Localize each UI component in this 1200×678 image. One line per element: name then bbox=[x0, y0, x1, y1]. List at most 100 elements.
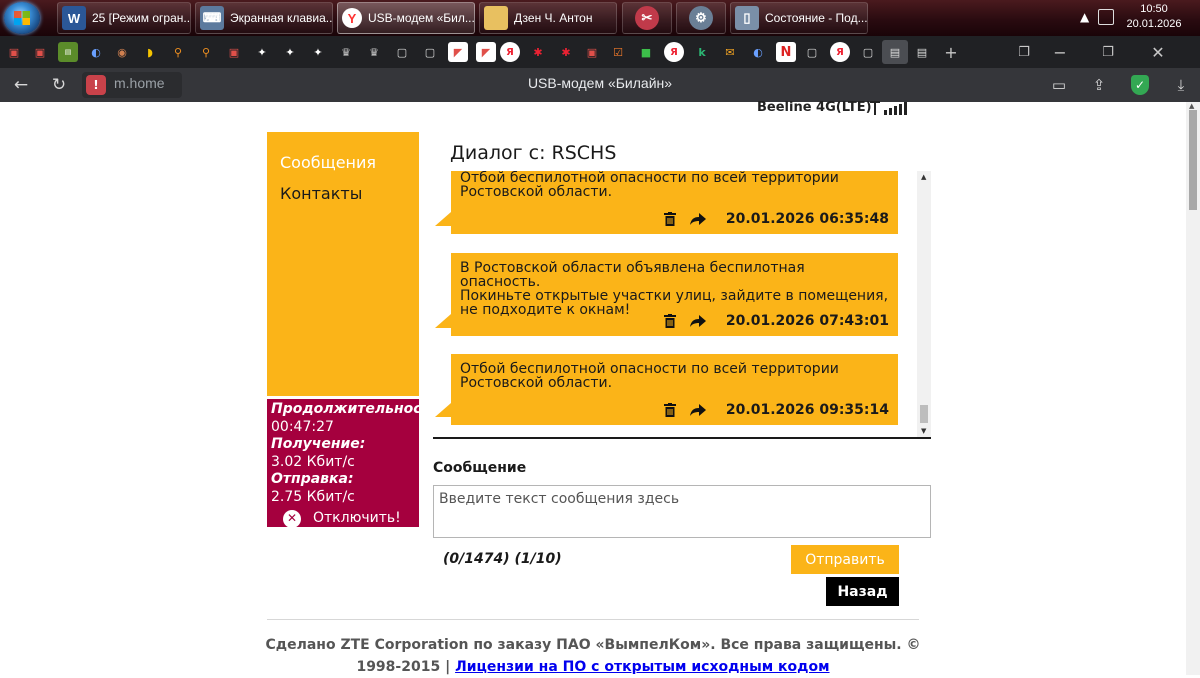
network-adapter-icon: ▯ bbox=[735, 6, 759, 30]
scrollbar-thumb[interactable] bbox=[920, 405, 928, 423]
taskbar-button-network[interactable]: ▯ Состояние - Под... bbox=[730, 2, 868, 34]
disconnect-button[interactable]: ✕ Отключить! bbox=[283, 510, 401, 527]
maple-tab-icon[interactable]: ✱ bbox=[556, 42, 576, 62]
yandex-tab-icon[interactable]: Я bbox=[500, 42, 520, 62]
back-arrow-icon[interactable]: ← bbox=[10, 74, 32, 96]
document-tab-icon[interactable]: ▢ bbox=[392, 42, 412, 62]
star-tab-icon[interactable]: ✦ bbox=[308, 42, 328, 62]
scroll-down-icon[interactable]: ▼ bbox=[921, 427, 926, 435]
document-tab-icon[interactable]: ▢ bbox=[858, 42, 878, 62]
footer: Сделано ZTE Corporation по заказу ПАО «В… bbox=[262, 634, 924, 678]
scroll-up-icon[interactable]: ▲ bbox=[1189, 102, 1194, 110]
n-tab-icon[interactable]: N bbox=[776, 42, 796, 62]
download-icon[interactable]: ⤓ bbox=[1170, 74, 1192, 96]
checklist-tab-icon[interactable]: ☑ bbox=[608, 42, 628, 62]
start-button[interactable] bbox=[4, 2, 40, 34]
forward-icon[interactable] bbox=[689, 314, 706, 328]
page-scrollbar-thumb[interactable] bbox=[1189, 110, 1197, 210]
site-tab-icon[interactable]: ◉ bbox=[112, 42, 132, 62]
taskbar-button-keyboard[interactable]: ⌨ Экранная клавиа... bbox=[195, 2, 333, 34]
browser-tab-icon[interactable]: ◐ bbox=[86, 42, 106, 62]
pdf-tab-icon[interactable]: ▣ bbox=[30, 42, 50, 62]
scroll-up-icon[interactable]: ▲ bbox=[921, 173, 926, 181]
pdf-tab-icon[interactable]: ▣ bbox=[4, 42, 24, 62]
emblem-tab-icon[interactable]: ♛ bbox=[336, 42, 356, 62]
close-icon[interactable]: ✕ bbox=[1148, 42, 1168, 62]
sidebar-item-messages[interactable]: Сообщения bbox=[280, 153, 376, 172]
taskbar-button-label: USB-модем «Бил... bbox=[368, 11, 475, 25]
yandex-browser-icon: Y bbox=[342, 8, 362, 28]
message-text: В Ростовской области объявлена беспилотн… bbox=[460, 260, 889, 318]
trash-icon[interactable] bbox=[663, 403, 676, 417]
site-tab-icon[interactable]: ◤ bbox=[448, 42, 468, 62]
clock-time: 10:50 bbox=[1140, 3, 1168, 15]
router-web-page: Beeline 4G(LTE) Сообщения Контакты Продо… bbox=[0, 100, 1186, 678]
trash-icon[interactable] bbox=[663, 212, 676, 226]
trash-icon[interactable] bbox=[663, 314, 676, 328]
site-tab-icon[interactable]: ▤ bbox=[58, 42, 78, 62]
search-tab-icon[interactable]: ⚲ bbox=[168, 42, 188, 62]
page-scrollbar[interactable]: ▲ bbox=[1186, 102, 1200, 675]
forward-icon[interactable] bbox=[689, 403, 706, 417]
message-text: Отбой беспилотной опасности по всей терр… bbox=[460, 171, 839, 200]
tray-expand-icon[interactable]: ▲ bbox=[1080, 10, 1089, 24]
k-tab-icon[interactable]: k bbox=[692, 42, 712, 62]
site-tab-icon[interactable]: ◤ bbox=[476, 42, 496, 62]
taskbar-button-label: Экранная клавиа... bbox=[230, 11, 333, 25]
message-date: 20.01.2026 09:35:14 bbox=[725, 402, 889, 418]
star-tab-icon[interactable]: ✦ bbox=[252, 42, 272, 62]
search-tab-icon[interactable]: ⚲ bbox=[196, 42, 216, 62]
taskbar-button-browser[interactable]: Y USB-модем «Бил... bbox=[337, 2, 475, 34]
taskbar-button-folder[interactable]: Дзен Ч. Антон bbox=[479, 2, 617, 34]
message-list-scrollbar[interactable]: ▲ ▼ bbox=[917, 171, 931, 437]
url-text[interactable]: m.home bbox=[114, 75, 165, 91]
tray-window-icon[interactable] bbox=[1098, 9, 1114, 25]
router-tab-icon-active[interactable]: ▤ bbox=[882, 40, 908, 64]
back-button[interactable]: Назад bbox=[826, 577, 899, 606]
maple-tab-icon[interactable]: ✱ bbox=[528, 42, 548, 62]
send-button[interactable]: Отправить bbox=[791, 545, 899, 574]
taskbar-button-settings[interactable]: ⚙ bbox=[676, 2, 726, 34]
clock-date: 20.01.2026 bbox=[1126, 18, 1182, 30]
browser-address-bar: ← ↻ ! m.home USB-модем «Билайн» ▭ ⇪ ✓ ⤓ bbox=[0, 68, 1200, 102]
bookmarks-icon[interactable]: ▭ bbox=[1048, 74, 1070, 96]
tabs-overview-icon[interactable]: ❐ bbox=[1014, 42, 1034, 62]
taskbar-button-word[interactable]: W 25 [Режим огран... bbox=[57, 2, 191, 34]
sidebar-menu: Сообщения Контакты bbox=[267, 132, 419, 396]
forward-icon[interactable] bbox=[689, 212, 706, 226]
taskbar-button-snipping[interactable]: ✂ bbox=[622, 2, 672, 34]
character-counter: (0/1474) (1/10) bbox=[443, 551, 562, 567]
pdf-tab-icon[interactable]: ▣ bbox=[224, 42, 244, 62]
document-tab-icon[interactable]: ▢ bbox=[802, 42, 822, 62]
footer-divider bbox=[267, 619, 919, 620]
receive-value: 3.02 Кбит/с bbox=[271, 453, 355, 470]
minimize-icon[interactable]: − bbox=[1050, 42, 1070, 62]
yandex-tab-icon[interactable]: Я bbox=[830, 42, 850, 62]
new-tab-icon[interactable]: + bbox=[941, 42, 961, 62]
message-list[interactable]: Отбой беспилотной опасности по всей терр… bbox=[433, 171, 931, 437]
taskbar-clock[interactable]: 10:50 20.01.2026 bbox=[1122, 2, 1186, 32]
close-circle-icon: ✕ bbox=[283, 510, 301, 527]
sidebar-item-contacts[interactable]: Контакты bbox=[280, 184, 362, 203]
message-input[interactable] bbox=[433, 485, 931, 538]
folder-icon bbox=[484, 6, 508, 30]
emblem-tab-icon[interactable]: ♛ bbox=[364, 42, 384, 62]
browser-tab-icon[interactable]: ◐ bbox=[748, 42, 768, 62]
yandex-tab-icon[interactable]: Я bbox=[664, 42, 684, 62]
license-link[interactable]: Лицензии на ПО с открытым исходным кодом bbox=[455, 659, 829, 675]
warning-icon[interactable]: ! bbox=[86, 75, 106, 95]
restore-icon[interactable]: ❐ bbox=[1098, 42, 1118, 62]
reload-icon[interactable]: ↻ bbox=[48, 74, 70, 96]
message-text: Отбой беспилотной опасности по всей терр… bbox=[460, 361, 839, 391]
router-tab-icon[interactable]: ▤ bbox=[912, 42, 932, 62]
divider bbox=[433, 437, 931, 439]
star-tab-icon[interactable]: ✦ bbox=[280, 42, 300, 62]
connection-stats: Продолжительност 00:47:27 Получение: 3.0… bbox=[267, 399, 419, 527]
pdf-tab-icon[interactable]: ▣ bbox=[582, 42, 602, 62]
protect-shield-icon[interactable]: ✓ bbox=[1131, 75, 1149, 95]
banana-tab-icon[interactable]: ◗ bbox=[140, 42, 160, 62]
mail-tab-icon[interactable]: ✉ bbox=[720, 42, 740, 62]
document-tab-icon[interactable]: ▢ bbox=[420, 42, 440, 62]
green-tab-icon[interactable]: ■ bbox=[636, 42, 656, 62]
share-icon[interactable]: ⇪ bbox=[1088, 74, 1110, 96]
